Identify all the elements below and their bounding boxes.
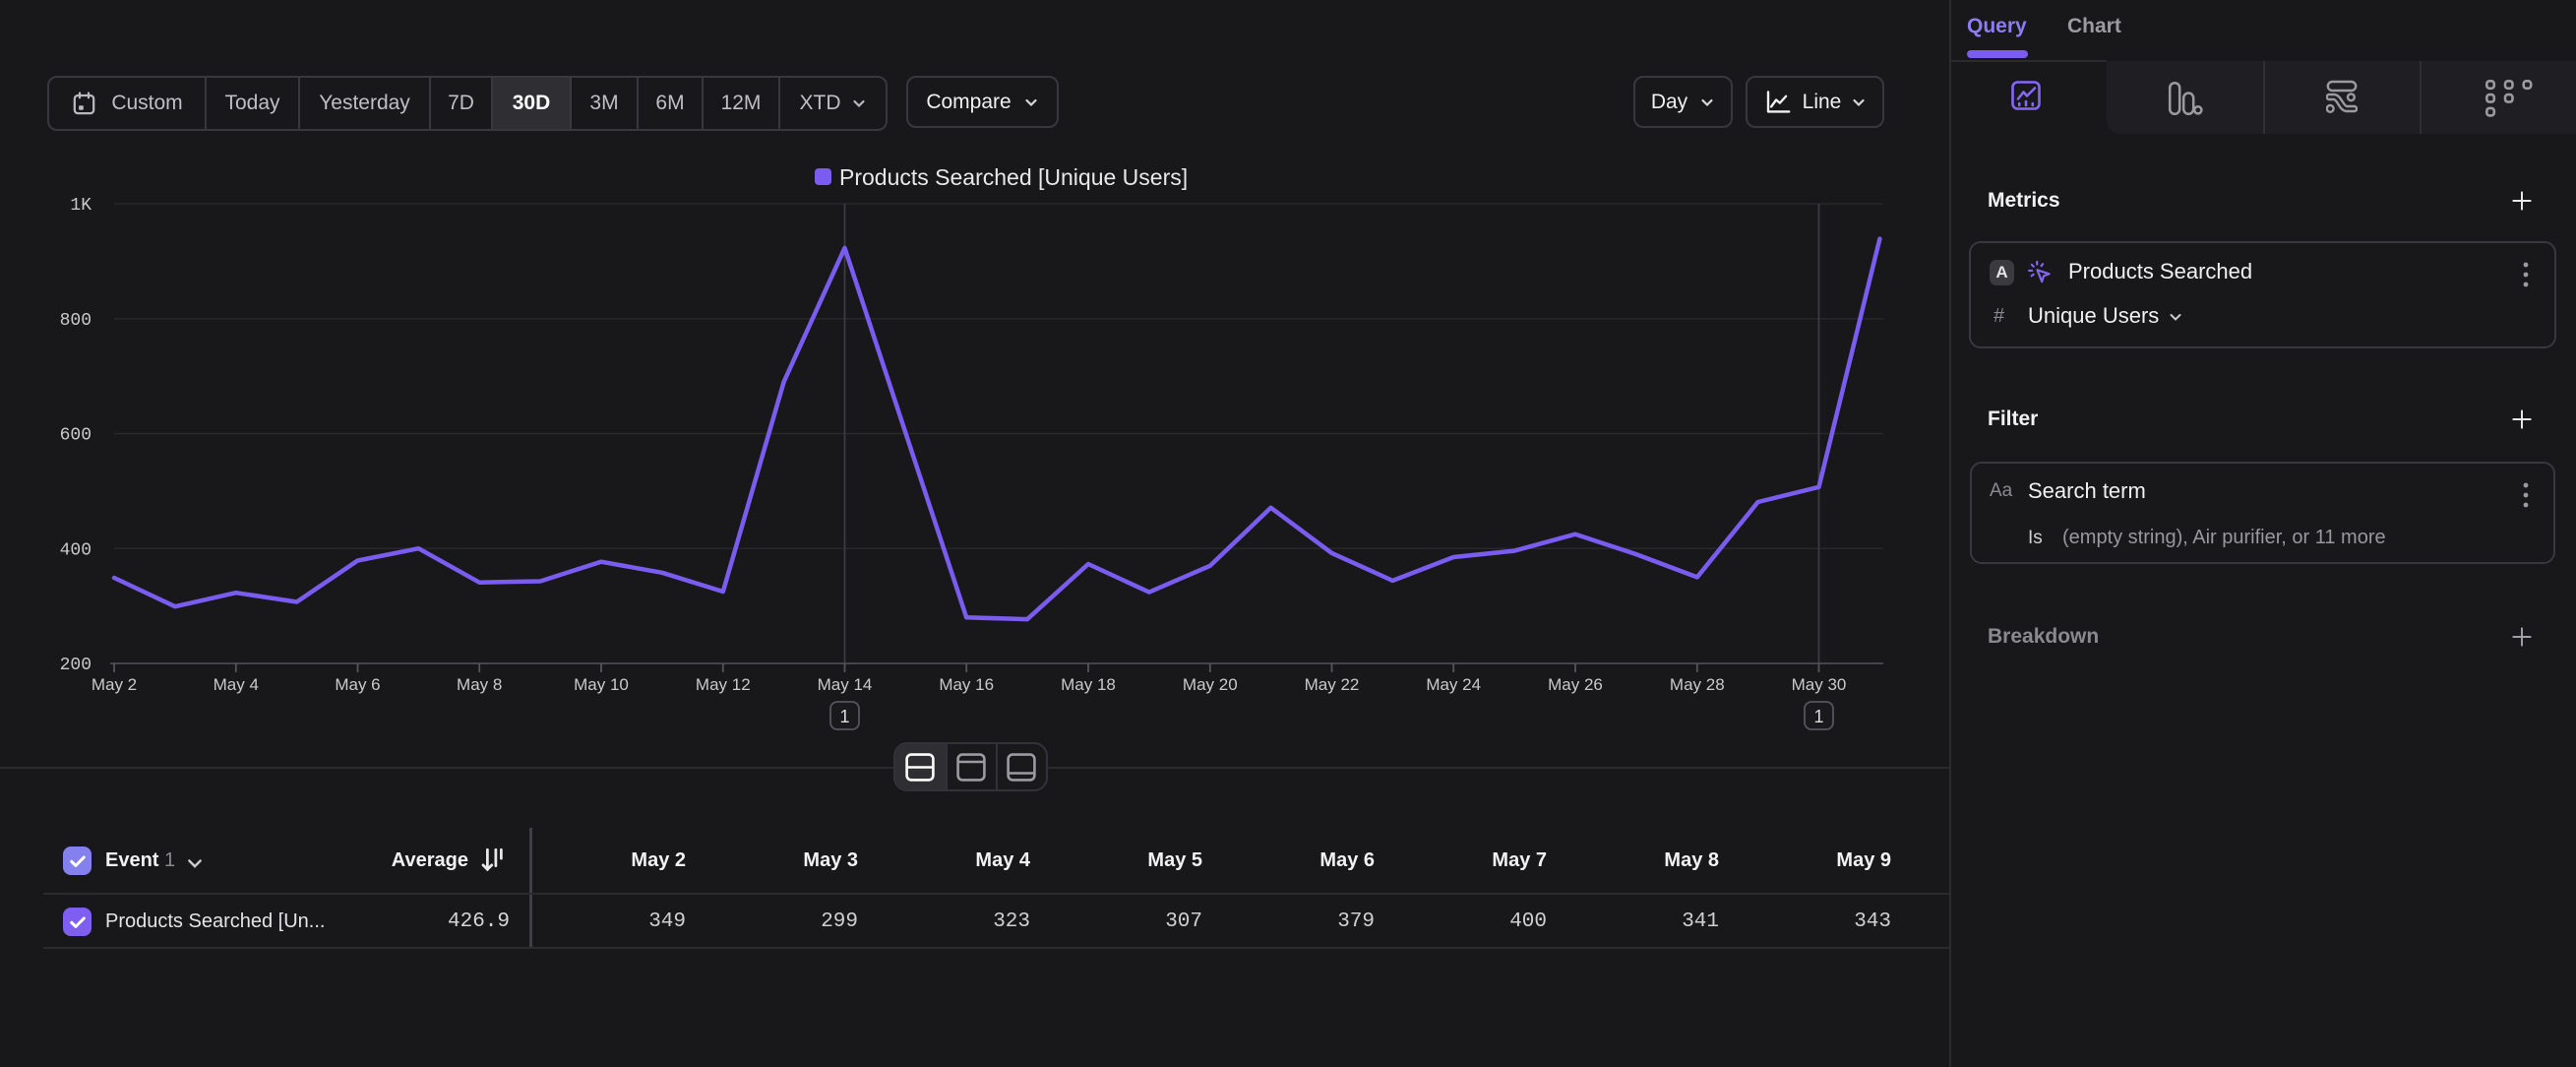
svg-text:1: 1 <box>839 707 849 726</box>
svg-text:May 30: May 30 <box>1792 675 1847 694</box>
svg-text:May 6: May 6 <box>335 675 380 694</box>
svg-text:May 4: May 4 <box>214 675 259 694</box>
svg-text:800: 800 <box>60 311 92 331</box>
svg-text:May 2: May 2 <box>92 675 137 694</box>
svg-text:May 28: May 28 <box>1670 675 1725 694</box>
svg-text:400: 400 <box>60 540 92 560</box>
svg-text:May 14: May 14 <box>818 675 873 694</box>
svg-text:Products Searched [Unique User: Products Searched [Unique Users] <box>839 164 1188 190</box>
svg-text:600: 600 <box>60 426 92 446</box>
svg-text:May 12: May 12 <box>696 675 751 694</box>
svg-text:200: 200 <box>60 656 92 675</box>
svg-text:1K: 1K <box>70 196 92 216</box>
svg-text:May 18: May 18 <box>1061 675 1116 694</box>
svg-text:May 16: May 16 <box>939 675 994 694</box>
svg-text:May 26: May 26 <box>1548 675 1603 694</box>
svg-text:May 22: May 22 <box>1305 675 1360 694</box>
svg-text:May 20: May 20 <box>1183 675 1238 694</box>
svg-text:1: 1 <box>1813 707 1823 726</box>
svg-text:May 10: May 10 <box>574 675 629 694</box>
svg-text:May 24: May 24 <box>1426 675 1481 694</box>
svg-text:May 8: May 8 <box>457 675 502 694</box>
